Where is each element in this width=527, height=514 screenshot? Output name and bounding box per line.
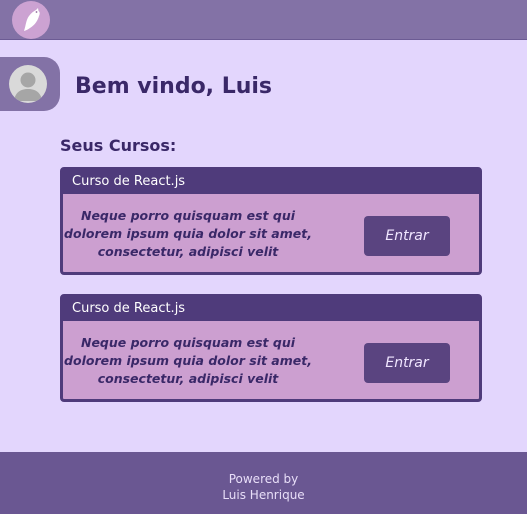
course-card-header: Curso de React.js	[63, 170, 479, 194]
course-description: Neque porro quisquam est qui dolorem ips…	[64, 208, 312, 259]
course-title: Curso de React.js	[72, 301, 186, 316]
profile-tab[interactable]	[0, 57, 60, 111]
course-card-header: Curso de React.js	[63, 297, 479, 321]
user-avatar-icon	[9, 65, 47, 103]
courses-section-title: Seus Cursos:	[60, 136, 177, 155]
course-title: Curso de React.js	[72, 174, 186, 189]
enter-course-button[interactable]: Entrar	[364, 216, 450, 256]
footer: Powered by Luis Henrique	[0, 452, 527, 514]
course-description: Neque porro quisquam est qui dolorem ips…	[64, 335, 312, 386]
enter-course-button[interactable]: Entrar	[364, 343, 450, 383]
top-navbar	[0, 0, 527, 40]
footer-author: Luis Henrique	[222, 488, 305, 502]
course-card: Curso de React.js Neque porro quisquam e…	[60, 167, 482, 275]
bird-logo-icon[interactable]	[12, 1, 50, 39]
footer-powered-by: Powered by	[228, 472, 299, 486]
course-card: Curso de React.js Neque porro quisquam e…	[60, 294, 482, 402]
welcome-heading: Bem vindo, Luis	[75, 74, 273, 99]
